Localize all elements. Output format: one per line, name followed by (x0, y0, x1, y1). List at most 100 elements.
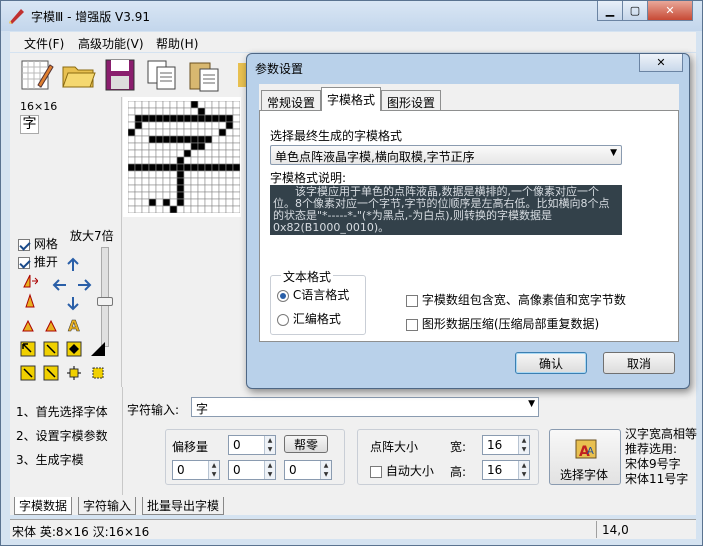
glyph-pixel[interactable] (211, 191, 220, 200)
tab-batch-export[interactable]: 批量导出字模 (142, 497, 225, 515)
glyph-pixel[interactable] (148, 142, 157, 151)
glyph-pixel[interactable] (218, 191, 227, 200)
include-size-check-icon[interactable] (406, 294, 418, 307)
glyph-pixel[interactable] (141, 184, 150, 193)
glyph-pixel[interactable] (134, 170, 143, 179)
glyph-pixel[interactable] (225, 121, 234, 130)
glyph-pixel[interactable] (148, 191, 157, 200)
glyph-pixel[interactable] (155, 184, 164, 193)
glyph-pixel[interactable] (134, 101, 143, 109)
glyph-pixel[interactable] (141, 114, 150, 123)
glyph-pixel[interactable] (134, 107, 143, 116)
glyph-pixel[interactable] (169, 163, 178, 172)
glyph-pixel[interactable] (190, 128, 199, 137)
glyph-pixel[interactable] (128, 205, 136, 213)
offset-spin-2[interactable]: 0 ▲ ▼ (172, 460, 220, 480)
glyph-pixel[interactable] (204, 135, 213, 144)
glyph-pixel[interactable] (232, 135, 240, 144)
glyph-pixel[interactable] (225, 128, 234, 137)
glyph-pixel[interactable] (183, 163, 192, 172)
char-input-field[interactable]: 字 ▼ (191, 397, 539, 417)
glyph-pixel[interactable] (162, 198, 171, 207)
glyph-pixel[interactable] (141, 142, 150, 151)
glyph-pixel[interactable] (148, 128, 157, 137)
glyph-pixel[interactable] (218, 177, 227, 186)
glyph-pixel[interactable] (232, 114, 240, 123)
glyph-pixel[interactable] (225, 142, 234, 151)
glyph-pixel[interactable] (190, 163, 199, 172)
glyph-pixel[interactable] (176, 128, 185, 137)
glyph-pixel[interactable] (134, 128, 143, 137)
glyph-pixel[interactable] (183, 114, 192, 123)
glyph-pixel[interactable] (183, 198, 192, 207)
open-folder-icon[interactable] (60, 57, 96, 93)
menu-file[interactable]: 文件(F) (24, 35, 64, 52)
glyph-pixel[interactable] (190, 170, 199, 179)
asm-format-radio[interactable]: 汇编格式 (277, 310, 341, 327)
glyph-pixel[interactable] (183, 170, 192, 179)
glyph-grid[interactable] (128, 101, 240, 213)
arrow-up-icon[interactable] (65, 257, 81, 273)
shift-tr-icon[interactable] (43, 341, 59, 357)
glyph-pixel[interactable] (211, 163, 220, 172)
glyph-pixel[interactable] (218, 128, 227, 137)
glyph-pixel[interactable] (190, 135, 199, 144)
glyph-pixel[interactable] (211, 135, 220, 144)
glyph-pixel[interactable] (155, 135, 164, 144)
glyph-pixel[interactable] (169, 142, 178, 151)
glyph-pixel[interactable] (128, 107, 136, 116)
glyph-pixel[interactable] (155, 205, 164, 213)
glyph-pixel[interactable] (155, 121, 164, 130)
clear-zero-button[interactable]: 帮零 (284, 435, 328, 453)
glyph-pixel[interactable] (148, 163, 157, 172)
compress-check-icon[interactable] (406, 318, 418, 331)
cancel-button[interactable]: 取消 (603, 352, 675, 374)
glyph-pixel[interactable] (162, 170, 171, 179)
glyph-pixel[interactable] (211, 198, 220, 207)
expand-icon[interactable] (66, 365, 82, 381)
glyph-pixel[interactable] (204, 163, 213, 172)
glyph-pixel[interactable] (128, 170, 136, 179)
glyph-pixel[interactable] (190, 114, 199, 123)
glyph-pixel[interactable] (141, 205, 150, 213)
glyph-pixel[interactable] (204, 191, 213, 200)
select-font-button[interactable]: AA 选择字体 (549, 429, 621, 485)
glyph-pixel[interactable] (155, 177, 164, 186)
glyph-pixel[interactable] (148, 156, 157, 165)
glyph-pixel[interactable] (232, 191, 240, 200)
glyph-pixel[interactable] (190, 107, 199, 116)
glyph-pixel[interactable] (232, 170, 240, 179)
glyph-pixel[interactable] (211, 121, 220, 130)
mirror-v-icon[interactable] (22, 293, 38, 309)
glyph-pixel[interactable] (141, 121, 150, 130)
glyph-pixel[interactable] (176, 101, 185, 109)
glyph-pixel[interactable] (204, 128, 213, 137)
glyph-pixel[interactable] (204, 198, 213, 207)
glyph-pixel[interactable] (197, 184, 206, 193)
glyph-pixel[interactable] (232, 121, 240, 130)
glyph-pixel[interactable] (169, 170, 178, 179)
glyph-pixel[interactable] (218, 170, 227, 179)
glyph-pixel[interactable] (204, 114, 213, 123)
glyph-pixel[interactable] (141, 128, 150, 137)
minimize-button[interactable]: ▁ (597, 1, 623, 21)
glyph-pixel[interactable] (169, 198, 178, 207)
glyph-pixel[interactable] (232, 184, 240, 193)
glyph-pixel[interactable] (155, 101, 164, 109)
glyph-pixel[interactable] (141, 156, 150, 165)
glyph-pixel[interactable] (190, 142, 199, 151)
glyph-pixel[interactable] (211, 149, 220, 158)
glyph-pixel[interactable] (204, 156, 213, 165)
dialog-close-button[interactable]: ✕ (639, 54, 683, 72)
glyph-pixel[interactable] (218, 142, 227, 151)
glyph-pixel[interactable] (197, 163, 206, 172)
arrow-left-icon[interactable] (52, 277, 68, 293)
glyph-pixel[interactable] (148, 121, 157, 130)
ok-button[interactable]: 确认 (515, 352, 587, 374)
glyph-pixel[interactable] (211, 101, 220, 109)
glyph-pixel[interactable] (176, 114, 185, 123)
shift-tl-icon[interactable] (20, 341, 36, 357)
glyph-pixel[interactable] (148, 107, 157, 116)
glyph-pixel[interactable] (211, 205, 220, 213)
invert-icon[interactable] (90, 341, 106, 357)
